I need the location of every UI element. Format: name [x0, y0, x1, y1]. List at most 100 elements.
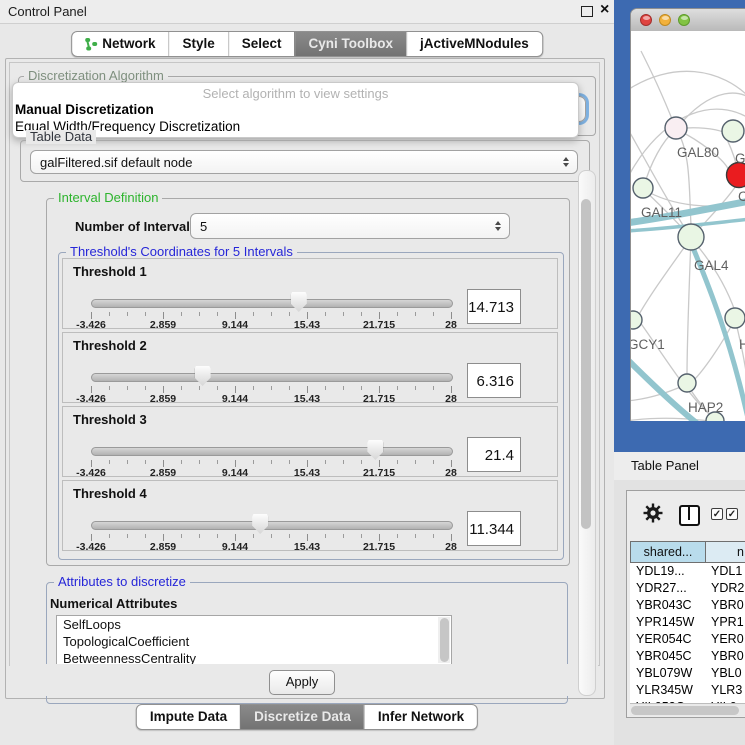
slider-thumb[interactable]: [367, 440, 383, 460]
threshold-value-field[interactable]: 11.344: [467, 511, 521, 546]
tick-mark: [163, 386, 164, 393]
scale-label: 28: [445, 393, 457, 405]
table-row[interactable]: YDR27...YDR2: [630, 580, 745, 597]
tick-mark: [253, 386, 254, 390]
table-row[interactable]: YPR145WYPR1: [630, 614, 745, 631]
table-row[interactable]: YBR045CYBR0: [630, 648, 745, 665]
tick-mark: [451, 312, 452, 319]
tab-style[interactable]: Style: [168, 32, 227, 56]
table-horizontal-scrollbar[interactable]: [630, 703, 745, 716]
checkbox-icon[interactable]: ✓: [726, 508, 738, 520]
slider-scale-labels: -3.4262.8599.14415.4321.71528: [91, 393, 451, 405]
table-inner-panel: ✓ ✓ shared... n YDL19...YDL1YDR27...YDR2…: [626, 490, 745, 718]
node-gal4[interactable]: [678, 224, 704, 250]
cell-name: YLR3: [711, 682, 742, 699]
slider-track[interactable]: [91, 299, 453, 308]
node-hap2[interactable]: [678, 374, 696, 392]
tab-select-label: Select: [242, 32, 282, 56]
network-window-titlebar[interactable]: [631, 9, 745, 32]
node-gal11[interactable]: [633, 178, 653, 198]
tab-select[interactable]: Select: [228, 32, 295, 56]
column-header-name[interactable]: n: [705, 541, 745, 563]
threshold-label: Threshold 2: [73, 338, 147, 353]
tab-infer-network-label: Infer Network: [378, 705, 464, 729]
num-intervals-combobox[interactable]: 5: [190, 213, 510, 239]
tab-network-label: Network: [102, 32, 155, 56]
tick-mark: [289, 312, 290, 316]
apply-button[interactable]: Apply: [269, 670, 335, 695]
tick-mark: [325, 386, 326, 390]
slider-track[interactable]: [91, 373, 453, 382]
close-icon[interactable]: ×: [600, 1, 609, 19]
dropdown-placeholder-item[interactable]: Select algorithm to view settings: [13, 86, 578, 101]
tick-mark: [127, 386, 128, 390]
scale-label: 28: [445, 541, 457, 553]
tick-mark: [415, 460, 416, 464]
gear-icon[interactable]: [643, 503, 663, 523]
tick-mark: [307, 460, 308, 467]
table-row[interactable]: YBR043CYBR0: [630, 597, 745, 614]
node-gal80[interactable]: [665, 117, 687, 139]
slider-thumb[interactable]: [291, 292, 307, 312]
float-window-icon[interactable]: [581, 6, 593, 17]
threshold-value-field[interactable]: 14.713: [467, 289, 521, 324]
table-row[interactable]: YDL19...YDL1: [630, 563, 745, 580]
slider-thumb[interactable]: [252, 514, 268, 534]
tab-infer-network[interactable]: Infer Network: [364, 705, 477, 729]
tick-mark: [271, 312, 272, 316]
node-top-right[interactable]: [722, 120, 744, 142]
top-tab-bar: Network Style Select Cyni Toolbox jActiveMNo…: [71, 31, 543, 57]
right-column: GAL80GACGAL11GAL4GCY1HHAP2 Table Panel: [614, 0, 745, 745]
tick-mark: [325, 460, 326, 464]
tab-impute-data[interactable]: Impute Data: [137, 705, 240, 729]
slider-track[interactable]: [91, 521, 453, 530]
zoom-traffic-light-icon[interactable]: [678, 14, 690, 26]
network-graph: GAL80GACGAL11GAL4GCY1HHAP2: [631, 31, 745, 421]
threshold-value-field[interactable]: 6.316: [467, 363, 521, 398]
tick-mark: [307, 386, 308, 393]
tab-discretize-data[interactable]: Discretize Data: [240, 705, 364, 729]
cell-shared-name: YDR27...: [636, 580, 687, 597]
tick-mark: [199, 312, 200, 316]
split-view-icon[interactable]: [679, 505, 700, 526]
minimize-traffic-light-icon[interactable]: [659, 14, 671, 26]
slider-thumb[interactable]: [195, 366, 211, 386]
scale-label: 15.43: [294, 319, 320, 331]
tab-jactivemnodules-label: jActiveMNodules: [420, 32, 529, 56]
dropdown-option-manual-discretization[interactable]: Manual Discretization: [15, 102, 154, 117]
attribute-list-item[interactable]: SelfLoops: [57, 616, 451, 633]
tick-mark: [379, 460, 380, 467]
attribute-list-item[interactable]: TopologicalCoefficient: [57, 633, 451, 650]
node-red-selected[interactable]: [727, 163, 745, 188]
scale-label: 9.144: [222, 393, 248, 405]
main-scrollbar[interactable]: [578, 170, 596, 696]
attribute-list-item[interactable]: BetweennessCentrality: [57, 650, 451, 665]
tab-network[interactable]: Network: [72, 32, 168, 56]
attributes-scrollbar[interactable]: [438, 617, 450, 663]
node-gcy1[interactable]: [631, 311, 642, 329]
algorithm-dropdown-popup: Select algorithm to view settings Manual…: [12, 82, 579, 138]
numerical-attributes-label: Numerical Attributes: [50, 596, 177, 611]
tick-mark: [361, 534, 362, 538]
tick-mark: [235, 386, 236, 393]
table-data-combobox[interactable]: galFiltered.sif default node: [30, 150, 578, 174]
checkbox-icon[interactable]: ✓: [711, 508, 723, 520]
tick-mark: [271, 460, 272, 464]
table-row[interactable]: YLR345WYLR3: [630, 682, 745, 699]
table-row[interactable]: YER054CYER0: [630, 631, 745, 648]
table-row[interactable]: YBL079WYBL0: [630, 665, 745, 682]
cell-shared-name: YBR045C: [636, 648, 692, 665]
column-header-shared-name[interactable]: shared...: [630, 541, 706, 563]
slider-track[interactable]: [91, 447, 453, 456]
tick-mark: [145, 312, 146, 316]
tab-jactivemnodules[interactable]: jActiveMNodules: [406, 32, 542, 56]
node-mid-right[interactable]: [725, 308, 745, 328]
interval-group-label: Interval Definition: [54, 191, 162, 205]
tab-cyni-toolbox[interactable]: Cyni Toolbox: [295, 32, 407, 56]
tick-mark: [163, 460, 164, 467]
close-traffic-light-icon[interactable]: [640, 14, 652, 26]
tick-mark: [217, 312, 218, 316]
network-canvas[interactable]: GAL80GACGAL11GAL4GCY1HHAP2: [631, 31, 745, 421]
numerical-attributes-list[interactable]: SelfLoopsTopologicalCoefficientBetweenne…: [56, 615, 452, 665]
threshold-value-field[interactable]: 21.4: [467, 437, 521, 472]
